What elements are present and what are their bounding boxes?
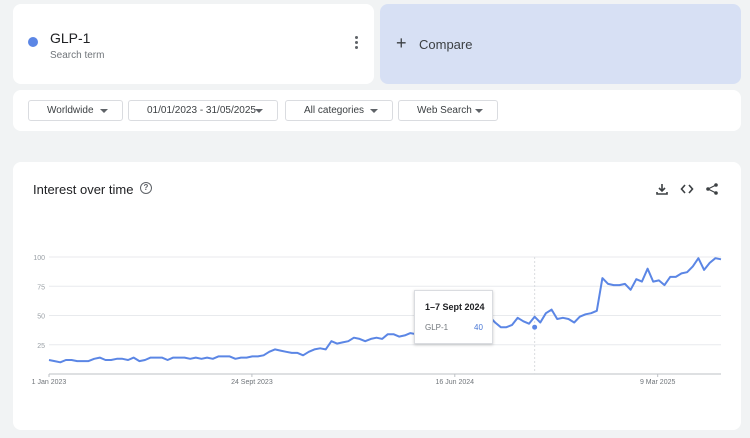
search-type-dropdown-label: Web Search xyxy=(417,105,472,116)
tooltip-value: 40 xyxy=(474,323,483,332)
series-line-glp-1 xyxy=(48,257,722,364)
compare-label[interactable]: Compare xyxy=(419,37,472,52)
search-term-subtitle: Search term xyxy=(50,50,105,61)
filter-bar: Worldwide 01/01/2023 - 31/05/2025 All ca… xyxy=(13,90,741,131)
compare-card[interactable]: + Compare xyxy=(380,4,741,84)
caret-down-icon xyxy=(100,109,108,113)
date-range-dropdown-label: 01/01/2023 - 31/05/2025 xyxy=(147,105,256,116)
plus-icon: + xyxy=(396,33,407,53)
category-dropdown[interactable]: All categories xyxy=(285,100,393,121)
date-range-dropdown[interactable]: 01/01/2023 - 31/05/2025 xyxy=(128,100,278,121)
chart-tooltip: 1–7 Sept 2024 GLP-1 40 xyxy=(414,290,493,344)
region-dropdown-label: Worldwide xyxy=(47,105,94,116)
interest-line-chart[interactable]: 25 50 75 100 1 Jan 2023 24 Sept 2023 16 Jun 20… xyxy=(13,162,741,430)
search-term-card[interactable]: GLP-1 Search term xyxy=(13,4,374,84)
y-tick-label: 75 xyxy=(37,284,45,291)
tooltip-term: GLP-1 xyxy=(425,323,449,332)
caret-down-icon xyxy=(475,109,483,113)
interest-over-time-card: Interest over time ? 25 50 75 100 1 Jan 2023… xyxy=(13,162,741,430)
search-type-dropdown[interactable]: Web Search xyxy=(398,100,498,121)
tooltip-date: 1–7 Sept 2024 xyxy=(425,302,485,312)
x-tick-label: 24 Sept 2023 xyxy=(231,379,273,386)
series-color-dot xyxy=(28,37,38,47)
category-dropdown-label: All categories xyxy=(304,105,365,116)
caret-down-icon xyxy=(255,109,263,113)
y-tick-label: 50 xyxy=(37,314,45,321)
more-options-icon[interactable] xyxy=(353,36,359,50)
highlight-point xyxy=(531,323,539,331)
region-dropdown[interactable]: Worldwide xyxy=(28,100,123,121)
x-tick-label: 9 Mar 2025 xyxy=(640,379,676,386)
y-tick-label: 25 xyxy=(37,343,45,350)
search-term-name[interactable]: GLP-1 xyxy=(50,30,90,46)
caret-down-icon xyxy=(370,109,378,113)
x-tick-label: 1 Jan 2023 xyxy=(32,379,67,386)
x-tick-label: 16 Jun 2024 xyxy=(436,379,475,386)
y-tick-label: 100 xyxy=(33,255,45,262)
